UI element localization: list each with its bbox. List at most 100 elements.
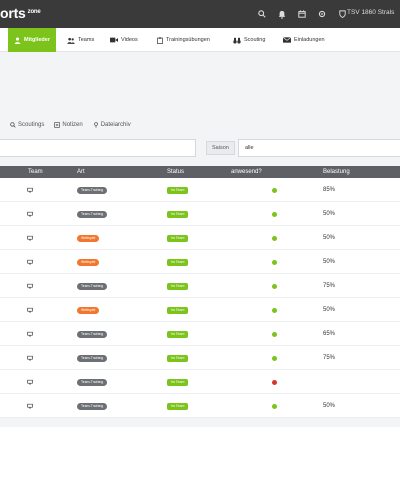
table-row[interactable]: Wettspiel Im Team 50% [0, 298, 400, 322]
tab-notizen[interactable]: Notizen [54, 120, 83, 130]
app-logo[interactable]: orts zone [0, 5, 41, 23]
team-icon [27, 331, 33, 337]
team-icon [27, 403, 33, 409]
load-cell: 75% [323, 274, 335, 298]
nav-item-scouting[interactable]: Scouting [233, 28, 265, 52]
column-header-status[interactable]: Status [167, 166, 184, 178]
nav-item-label: Videos [121, 37, 138, 43]
tab-dateiarchiv[interactable]: Dateiarchiv [93, 120, 131, 130]
nav-item-videos[interactable]: Videos [110, 28, 138, 52]
team-cell [27, 178, 33, 202]
nav-item-label: Trainingsübungen [166, 37, 210, 43]
load-cell: 75% [323, 346, 335, 370]
team-cell [27, 202, 33, 226]
status-cell: Im Team [167, 226, 189, 250]
load-value: 50% [323, 235, 336, 241]
load-value: 50% [323, 211, 336, 217]
present-cell [272, 226, 277, 250]
table-row[interactable]: Team-Training Im Team [0, 370, 400, 394]
nav-item-teams[interactable]: Teams [67, 28, 94, 52]
column-header-team[interactable]: Team [28, 166, 43, 178]
status-cell: Im Team [167, 202, 189, 226]
tab-label: Notizen [62, 122, 83, 128]
tab-label: Scoutings [18, 122, 45, 128]
status-cell: Im Team [167, 346, 189, 370]
team-cell [27, 226, 33, 250]
art-cell: Team-Training [77, 370, 108, 394]
art-cell: Team-Training [77, 394, 108, 418]
nav-item-label: Scouting [244, 37, 266, 43]
load-value: 75% [323, 283, 336, 289]
art-badge: Wettspiel [77, 258, 100, 266]
main-nav: Mitglieder Teams Videos Trainingsübungen… [0, 28, 400, 52]
table-row[interactable]: Team-Training Im Team 50% [0, 202, 400, 226]
column-header-anwesend[interactable]: anwesend? [231, 166, 262, 178]
status-badge: Im Team [167, 210, 189, 218]
table-row[interactable]: Team-Training Im Team 65% [0, 322, 400, 346]
present-cell [272, 370, 277, 394]
table-row[interactable]: Team-Training Im Team 75% [0, 346, 400, 370]
art-badge: Team-Training [77, 210, 108, 218]
table-row[interactable]: Team-Training Im Team 85% [0, 178, 400, 202]
status-cell: Im Team [167, 274, 189, 298]
present-yes-icon [272, 235, 277, 241]
nav-item-trainingsuebungen[interactable]: Trainingsübungen [157, 28, 210, 52]
table-row[interactable]: Wettspiel Im Team 50% [0, 250, 400, 274]
team-icon [27, 211, 33, 217]
load-cell: 65% [323, 322, 335, 346]
nav-item-mitglieder[interactable]: Mitglieder [8, 28, 56, 52]
column-header-belastung[interactable]: Belastung [323, 166, 350, 178]
team-icon [27, 187, 33, 193]
present-yes-icon [272, 355, 277, 361]
present-yes-icon [272, 331, 277, 337]
team-cell [27, 346, 33, 370]
season-select[interactable]: alle [238, 139, 400, 157]
art-cell: Team-Training [77, 178, 108, 202]
table-row[interactable]: Team-Training Im Team 50% [0, 394, 400, 418]
load-value: 65% [323, 331, 336, 337]
status-badge: Im Team [167, 234, 189, 242]
team-icon [27, 283, 33, 289]
top-bar: orts zone TSV 1860 Strals [0, 0, 400, 28]
tab-label: Dateiarchiv [100, 122, 131, 128]
settings-icon[interactable] [312, 8, 332, 20]
present-cell [272, 250, 277, 274]
clipboard-icon [157, 36, 163, 44]
tab-scoutings[interactable]: Scoutings [10, 120, 44, 130]
search-icon [10, 122, 16, 128]
load-cell: 50% [323, 250, 335, 274]
status-badge: Im Team [167, 354, 189, 362]
column-header-art[interactable]: Art [77, 166, 85, 178]
users-icon [67, 37, 75, 44]
team-icon [27, 307, 33, 313]
envelope-icon [283, 37, 291, 43]
load-cell: 50% [323, 394, 335, 418]
bell-icon[interactable] [272, 8, 292, 20]
art-cell: Team-Training [77, 274, 108, 298]
present-cell [272, 298, 277, 322]
present-no-icon [272, 379, 277, 385]
art-badge: Team-Training [77, 402, 108, 410]
calendar-icon[interactable] [292, 8, 312, 20]
status-badge: Im Team [167, 258, 189, 266]
search-icon[interactable] [252, 8, 272, 20]
table-row[interactable]: Team-Training Im Team 75% [0, 274, 400, 298]
user-icon [14, 37, 21, 44]
load-value: 50% [323, 403, 336, 409]
team-icon [27, 235, 33, 241]
team-cell [27, 394, 33, 418]
art-cell: Wettspiel [77, 250, 100, 274]
load-cell: 50% [323, 226, 335, 250]
team-icon [27, 259, 33, 265]
load-value: 75% [323, 355, 336, 361]
present-cell [272, 274, 277, 298]
nav-item-einladungen[interactable]: Einladungen [283, 28, 325, 52]
art-cell: Wettspiel [77, 298, 100, 322]
art-cell: Team-Training [77, 346, 108, 370]
season-label: Saison [206, 141, 235, 155]
table-row[interactable]: Wettspiel Im Team 50% [0, 226, 400, 250]
club-name[interactable]: TSV 1860 Strals [347, 9, 394, 16]
filter-select-left[interactable] [0, 139, 196, 157]
present-yes-icon [272, 259, 277, 265]
present-cell [272, 322, 277, 346]
